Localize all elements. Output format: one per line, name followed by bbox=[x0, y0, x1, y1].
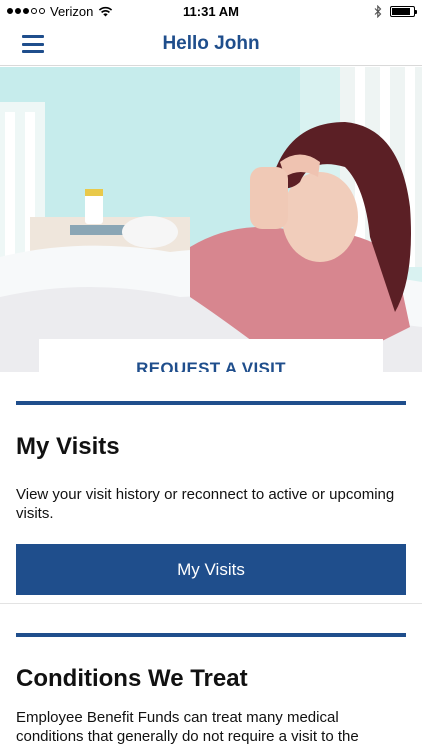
conditions-description: Employee Benefit Funds can treat many me… bbox=[16, 709, 359, 745]
bluetooth-icon bbox=[374, 4, 382, 18]
my-visits-heading: My Visits bbox=[16, 433, 120, 460]
sick-patient-image bbox=[0, 67, 422, 372]
section-rule bbox=[16, 401, 406, 405]
app-header: Hello John bbox=[0, 22, 422, 66]
hero-banner: REQUEST A VISIT bbox=[0, 67, 422, 372]
page-title: Hello John bbox=[162, 32, 260, 54]
status-bar: Verizon 11:31 AM bbox=[0, 0, 422, 22]
my-visits-button[interactable]: My Visits bbox=[16, 544, 406, 595]
section-rule bbox=[16, 633, 406, 637]
status-right bbox=[374, 4, 417, 18]
carrier-name: Verizon bbox=[50, 3, 94, 19]
request-visit-button[interactable]: REQUEST A VISIT bbox=[39, 339, 383, 372]
section-divider bbox=[0, 603, 422, 604]
conditions-heading: Conditions We Treat bbox=[16, 665, 248, 692]
wifi-icon bbox=[99, 6, 113, 16]
my-visits-description: View your visit history or reconnect to … bbox=[16, 486, 395, 522]
battery-icon bbox=[390, 5, 417, 17]
signal-strength-icon bbox=[7, 8, 45, 14]
status-left: Verizon bbox=[7, 4, 113, 19]
hamburger-menu-icon[interactable] bbox=[22, 35, 44, 53]
battery-fill bbox=[392, 7, 410, 15]
